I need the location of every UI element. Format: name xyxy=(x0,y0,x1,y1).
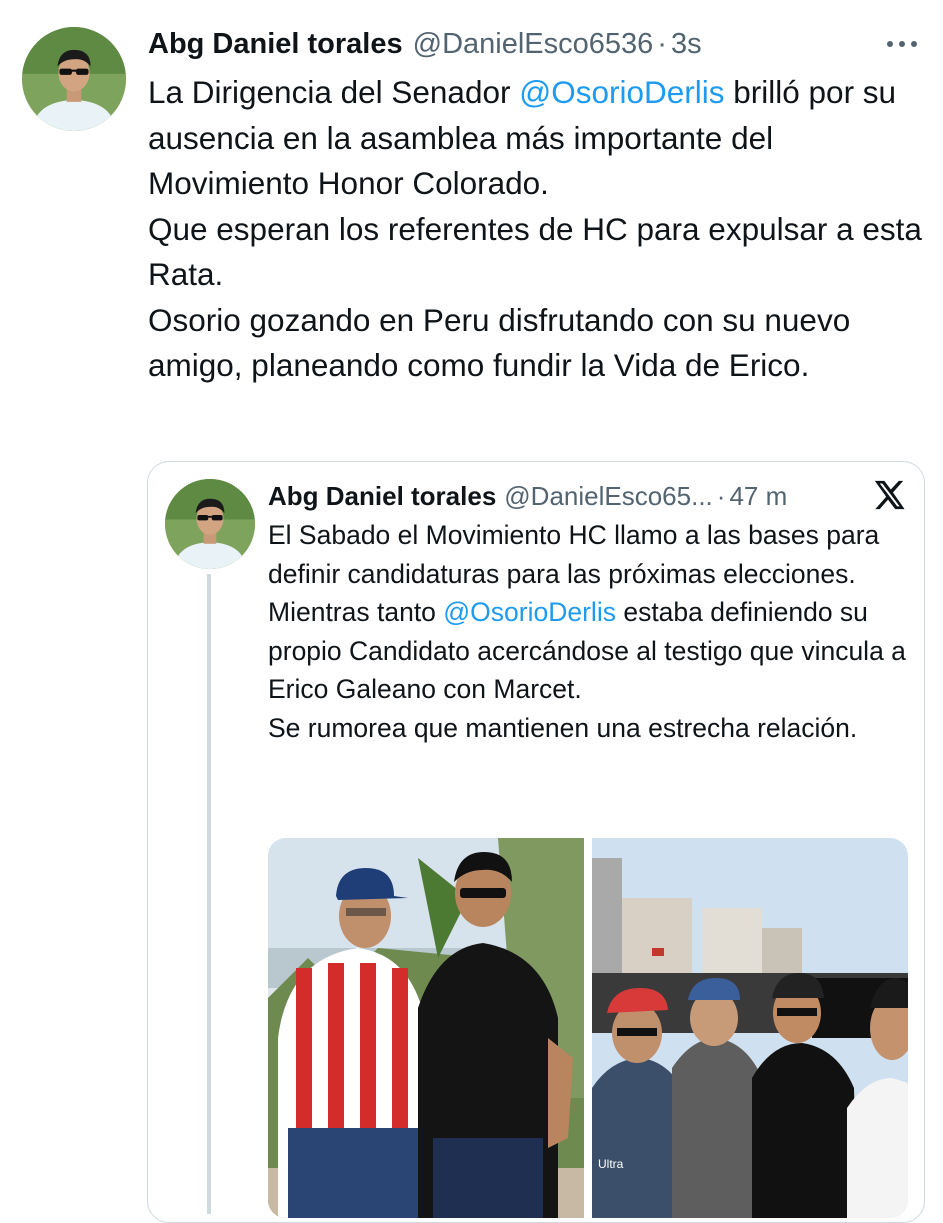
tweet-paragraph: Osorio gozando en Peru disfrutando con s… xyxy=(148,301,851,384)
quoted-tweet-text: El Sabado el Movimiento HC llamo a las b… xyxy=(268,516,916,747)
tweet-header: Abg Daniel torales @DanielEsco6536 · 3s xyxy=(148,24,928,64)
quoted-tweet-card[interactable]: Abg Daniel torales @DanielEsco65... · 47… xyxy=(147,461,925,1223)
photo-right[interactable]: Ultra xyxy=(592,838,908,1218)
more-horizontal-icon[interactable] xyxy=(882,30,922,58)
thread-line xyxy=(207,574,211,1214)
text-segment: La Dirigencia del Senador xyxy=(148,74,520,110)
photo-caption-ultra: Ultra xyxy=(598,1157,624,1171)
quoted-author-handle[interactable]: @DanielEsco65... xyxy=(504,481,713,512)
quoted-paragraph: Se rumorea que mantienen una estrecha re… xyxy=(268,712,858,743)
media-grid: Ultra xyxy=(268,838,908,1218)
separator-dot: · xyxy=(716,480,726,511)
quoted-tweet-timestamp[interactable]: 47 m xyxy=(729,481,787,512)
quoted-tweet-header: Abg Daniel torales @DanielEsco65... · 47… xyxy=(268,476,908,516)
author-avatar[interactable] xyxy=(22,27,126,131)
mention-link[interactable]: @OsorioDerlis xyxy=(519,74,724,110)
quoted-author-name[interactable]: Abg Daniel torales xyxy=(268,481,496,512)
photo-left[interactable] xyxy=(268,838,584,1218)
author-handle[interactable]: @DanielEsco6536 xyxy=(413,28,654,61)
author-name[interactable]: Abg Daniel torales xyxy=(148,28,403,61)
quoted-paragraph: Mientras tanto @OsorioDerlis estaba defi… xyxy=(268,593,916,709)
tweet-paragraph: La Dirigencia del Senador @OsorioDerlis … xyxy=(148,70,938,207)
text-segment: Mientras tanto xyxy=(268,597,444,627)
tweet-paragraph: Que esperan los referentes de HC para ex… xyxy=(148,210,922,293)
separator-dot: · xyxy=(657,27,667,60)
mention-link[interactable]: @OsorioDerlis xyxy=(443,597,616,627)
quoted-paragraph: El Sabado el Movimiento HC llamo a las b… xyxy=(268,520,880,589)
tweet-timestamp[interactable]: 3s xyxy=(671,28,702,61)
x-logo-icon xyxy=(872,478,906,512)
quoted-author-avatar[interactable] xyxy=(165,479,255,569)
tweet-text: La Dirigencia del Senador @OsorioDerlis … xyxy=(148,70,938,389)
